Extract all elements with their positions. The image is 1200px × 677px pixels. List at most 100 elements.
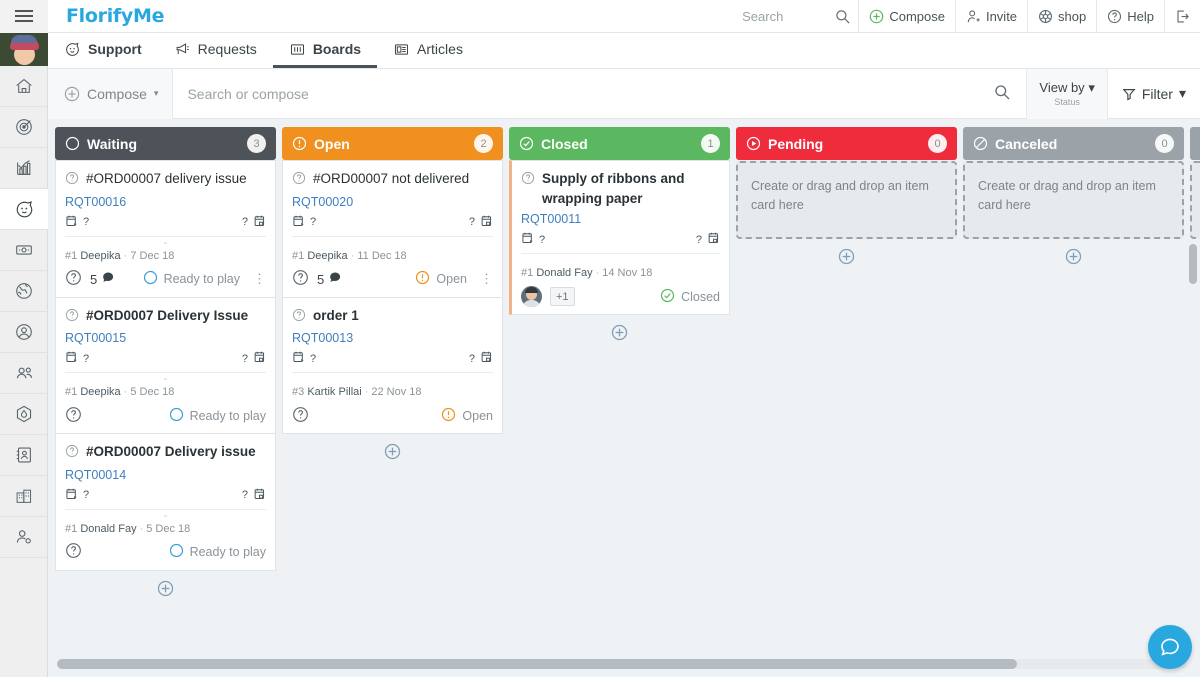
card-reference-link[interactable]: RQT00014 — [65, 468, 266, 482]
compose-top-button[interactable]: Compose — [859, 0, 956, 33]
board-card[interactable]: order 1 RQT00013?? #3 Kartik Pillai · 22 Nov… — [282, 297, 503, 435]
card-status[interactable]: Ready to play — [169, 543, 266, 561]
add-card-button[interactable] — [157, 580, 174, 597]
help-circle-icon[interactable] — [292, 269, 309, 289]
card-status[interactable]: Open — [441, 407, 493, 425]
shop-button[interactable]: shop — [1028, 0, 1098, 33]
column-dropzone-partial[interactable] — [1190, 161, 1200, 239]
add-card-button[interactable] — [611, 324, 628, 341]
card-end-date[interactable]: ? — [469, 214, 493, 231]
sidebar-item-support[interactable] — [0, 189, 48, 230]
sidebar-item-marketing[interactable] — [0, 394, 48, 435]
user-circle-icon — [14, 322, 34, 342]
tab-articles[interactable]: Articles — [377, 33, 479, 68]
help-button[interactable]: Help — [1097, 0, 1165, 33]
view-by-dropdown[interactable]: View by ▾ Status — [1026, 68, 1107, 119]
card-extra-members-badge[interactable]: +1 — [550, 287, 575, 307]
vertical-scrollbar[interactable] — [1189, 244, 1197, 284]
sidebar-item-teams[interactable] — [0, 353, 48, 394]
board-card[interactable]: #ORD0007 Delivery Issue RQT00015?? - #1 Dee… — [55, 297, 276, 435]
app-logo[interactable]: FlorifyMe — [66, 5, 164, 27]
sidebar-item-home[interactable] — [0, 66, 48, 107]
filter-dropdown[interactable]: Filter ▾ — [1106, 68, 1200, 119]
card-status[interactable]: Ready to play — [143, 270, 240, 288]
column-dropzone[interactable]: Create or drag and drop an item card her… — [963, 161, 1184, 239]
card-menu-button[interactable]: ⋮ — [253, 271, 266, 287]
column-header-waiting[interactable]: Waiting 3 — [55, 127, 276, 160]
column-header-open[interactable]: Open 2 — [282, 127, 503, 160]
card-meta: #1 Deepika · 7 Dec 18 — [65, 250, 266, 262]
column-dropzone[interactable]: Create or drag and drop an item card her… — [736, 161, 957, 239]
card-end-date[interactable]: ? — [469, 350, 493, 367]
sidebar-item-companies[interactable] — [0, 476, 48, 517]
card-comment-count[interactable]: 5 — [90, 270, 115, 288]
card-date: 11 Dec 18 — [357, 249, 407, 262]
card-start-date[interactable]: ? — [292, 214, 316, 231]
card-reference-link[interactable]: RQT00016 — [65, 195, 266, 209]
add-card-button[interactable] — [838, 248, 855, 265]
chat-fab-button[interactable] — [1148, 625, 1192, 669]
column-title: Waiting — [87, 135, 138, 152]
search-or-compose-input[interactable]: Search or compose — [173, 69, 978, 119]
card-footer: Open — [292, 401, 493, 427]
card-status[interactable]: Closed — [660, 288, 720, 306]
column-header-partial[interactable] — [1190, 127, 1200, 160]
card-end-date[interactable]: ? — [242, 487, 266, 504]
horizontal-scrollbar-thumb[interactable] — [57, 659, 1017, 669]
card-comment-count[interactable]: 5 — [317, 270, 342, 288]
tab-requests[interactable]: Requests — [158, 33, 273, 68]
search-icon[interactable] — [835, 9, 850, 24]
sidebar-item-sales[interactable] — [0, 230, 48, 271]
global-search[interactable]: Search — [742, 0, 860, 33]
help-circle-icon[interactable] — [65, 269, 82, 289]
logout-button[interactable] — [1165, 0, 1200, 33]
help-circle-icon[interactable] — [292, 406, 309, 426]
board-card[interactable]: #ORD00007 delivery issue RQT00016?? - #1 De… — [55, 160, 276, 298]
card-reference-link[interactable]: RQT00020 — [292, 195, 493, 209]
card-menu-button[interactable]: ⋮ — [480, 271, 493, 287]
card-status[interactable]: Open — [415, 270, 467, 288]
card-reference-link[interactable]: RQT00011 — [521, 212, 720, 226]
help-circle-icon[interactable] — [65, 406, 82, 426]
invite-button[interactable]: Invite — [956, 0, 1029, 33]
column-header-canceled[interactable]: Canceled 0 — [963, 127, 1184, 160]
sidebar-item-goals[interactable] — [0, 107, 48, 148]
calendar-start-icon — [521, 231, 535, 248]
card-start-date[interactable]: ? — [292, 350, 316, 367]
tab-boards[interactable]: Boards — [272, 33, 378, 68]
card-comment-value: 5 — [90, 271, 98, 287]
help-circle-icon[interactable] — [65, 542, 82, 562]
add-card-button[interactable] — [384, 443, 401, 460]
card-start-date[interactable]: ? — [65, 214, 89, 231]
card-start-date[interactable]: ? — [65, 487, 89, 504]
card-end-date[interactable]: ? — [242, 350, 266, 367]
avatar[interactable] — [0, 33, 48, 66]
sidebar-item-reports[interactable] — [0, 148, 48, 189]
board-card[interactable]: #ORD00007 Delivery issue RQT00014?? - #1 Do… — [55, 434, 276, 571]
toolbar-search-button[interactable] — [978, 84, 1026, 103]
sidebar-item-web[interactable] — [0, 271, 48, 312]
sidebar-item-contacts[interactable] — [0, 312, 48, 353]
card-status[interactable]: Ready to play — [169, 407, 266, 425]
target-icon — [14, 117, 34, 137]
column-header-pending[interactable]: Pending 0 — [736, 127, 957, 160]
card-start-date[interactable]: ? — [65, 350, 89, 367]
card-reference-link[interactable]: RQT00013 — [292, 331, 493, 345]
board-card[interactable]: Supply of ribbons and wrapping paper RQT0… — [509, 160, 730, 316]
column-header-closed[interactable]: Closed 1 — [509, 127, 730, 160]
tab-support[interactable]: Support — [48, 33, 158, 68]
sidebar-item-directory[interactable] — [0, 435, 48, 476]
sidebar-item-settings[interactable] — [0, 517, 48, 558]
horizontal-scrollbar[interactable] — [57, 659, 1187, 669]
board-card[interactable]: #ORD00007 not delivered RQT00020?? #1 Deep… — [282, 160, 503, 298]
card-start-date[interactable]: ? — [521, 231, 545, 248]
menu-toggle-button[interactable] — [0, 0, 48, 33]
card-end-date[interactable]: ? — [696, 231, 720, 248]
compose-button[interactable]: Compose ▾ — [48, 68, 174, 119]
card-end-date[interactable]: ? — [242, 214, 266, 231]
card-number: #1 — [65, 249, 78, 262]
card-member-avatar[interactable] — [521, 286, 542, 308]
add-card-button[interactable] — [1065, 248, 1082, 265]
card-reference-link[interactable]: RQT00015 — [65, 331, 266, 345]
card-dates: ?? — [65, 487, 266, 510]
